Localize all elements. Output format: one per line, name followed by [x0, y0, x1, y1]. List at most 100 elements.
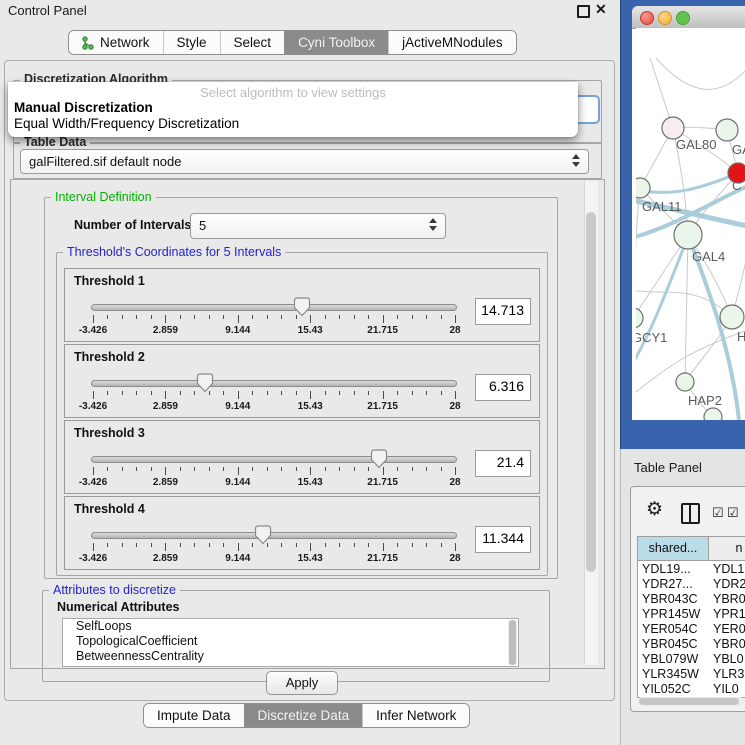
gear-icon[interactable]: ⚙ — [646, 498, 663, 521]
table-row[interactable]: YBR045C YBR0 — [638, 637, 745, 652]
network-node-h[interactable] — [720, 305, 744, 329]
table-row[interactable]: YER054C YER0 — [638, 622, 745, 637]
apply-button[interactable]: Apply — [266, 671, 338, 695]
table-cell[interactable]: YBR0 — [713, 592, 745, 606]
threshold-value-field[interactable]: 14.713 — [475, 298, 531, 325]
table-data-combo[interactable]: galFiltered.sif default node — [20, 149, 589, 174]
table-cell[interactable]: YPR1 — [713, 607, 745, 621]
table-cell[interactable]: YDL1 — [713, 562, 744, 576]
table-cell[interactable]: YDL19... — [642, 562, 691, 576]
table-cell[interactable]: YLR3 — [713, 667, 744, 681]
zoom-traffic-icon[interactable] — [676, 11, 690, 25]
table-cell[interactable]: YIL052C — [642, 682, 691, 696]
table-cell[interactable]: YDR2 — [713, 577, 745, 591]
network-node-gcy1[interactable] — [636, 308, 643, 328]
network-node-label: HAP2 — [688, 393, 722, 408]
column-header-name[interactable]: n — [709, 537, 745, 561]
table-row[interactable]: YLR345W YLR3 — [638, 667, 745, 682]
thresholds-group-title: Threshold's Coordinates for 5 Intervals — [63, 245, 285, 259]
slider-track[interactable] — [91, 380, 457, 387]
slider-thumb[interactable] — [370, 449, 388, 469]
table-row[interactable]: YDL19... YDL1 — [638, 562, 745, 577]
tab-jactivemnodules[interactable]: jActiveMNodules — [388, 31, 516, 54]
float-window-icon[interactable] — [577, 5, 590, 18]
table-cell[interactable]: YBL079W — [642, 652, 698, 666]
close-traffic-icon[interactable] — [640, 11, 654, 25]
checkbox-icon[interactable]: ☑ — [712, 505, 724, 521]
combo-spinner-icon[interactable] — [429, 218, 438, 231]
network-node-gal4[interactable] — [674, 221, 702, 249]
vertical-scrollbar-thumb[interactable] — [586, 212, 596, 572]
table-cell[interactable]: YBR043C — [642, 592, 698, 606]
slider-track[interactable] — [91, 532, 457, 539]
slider-tick — [252, 391, 253, 395]
attributes-group-title: Attributes to discretize — [49, 583, 180, 597]
slider-tick — [252, 315, 253, 319]
number-of-intervals-combo[interactable]: 5 — [190, 213, 446, 239]
network-node-ga[interactable] — [716, 119, 738, 141]
network-node-hap2[interactable] — [676, 373, 694, 391]
network-node-gal11[interactable] — [636, 178, 650, 198]
tab-discretize-data[interactable]: Discretize Data — [244, 704, 363, 727]
combo-spinner-icon[interactable] — [572, 154, 581, 167]
table-cell[interactable]: YBL0 — [713, 652, 744, 666]
close-icon[interactable]: ✕ — [595, 1, 607, 18]
popup-item-equal-width-frequency-discretization[interactable]: Equal Width/Frequency Discretization — [8, 116, 578, 132]
threshold-value-field[interactable]: 21.4 — [475, 450, 531, 477]
slider-tick — [180, 467, 181, 471]
tab-cyni-toolbox[interactable]: Cyni Toolbox — [284, 31, 388, 54]
slider-tick — [368, 467, 369, 471]
threshold-slider[interactable]: -3.4262.8599.14415.4321.71528 — [91, 301, 457, 337]
attribute-item-topologicalcoefficient[interactable]: TopologicalCoefficient — [63, 634, 518, 649]
slider-thumb[interactable] — [254, 525, 272, 545]
tab-network[interactable]: Network — [69, 31, 163, 54]
slider-tick — [296, 391, 297, 395]
slider-tick-label: -3.426 — [79, 401, 107, 412]
network-edge — [685, 235, 688, 382]
threshold-slider[interactable]: -3.4262.8599.14415.4321.71528 — [91, 453, 457, 489]
popup-item-manual-discretization[interactable]: Manual Discretization — [8, 100, 578, 116]
table-row[interactable]: YIL052C YIL0 — [638, 682, 745, 697]
tab-impute-data[interactable]: Impute Data — [144, 704, 244, 727]
table-cell[interactable]: YDR27... — [642, 577, 693, 591]
network-node[interactable] — [704, 408, 722, 420]
network-window-title-bar[interactable] — [632, 6, 745, 29]
table-row[interactable]: YPR145W YPR1 — [638, 607, 745, 622]
table-row[interactable]: YBL079W YBL0 — [638, 652, 745, 667]
table-cell[interactable]: YBR0 — [713, 637, 745, 651]
slider-track[interactable] — [91, 456, 457, 463]
tab-label: jActiveMNodules — [402, 35, 503, 50]
slider-tick — [223, 467, 224, 471]
attributes-scrollbar[interactable] — [508, 620, 517, 665]
slider-track[interactable] — [91, 304, 457, 311]
threshold-slider[interactable]: -3.4262.8599.14415.4321.71528 — [91, 377, 457, 413]
slider-thumb[interactable] — [196, 373, 214, 393]
threshold-value-field[interactable]: 6.316 — [475, 374, 531, 401]
table-cell[interactable]: YBR045C — [642, 637, 698, 651]
table-cell[interactable]: YER054C — [642, 622, 698, 636]
tab-infer-network[interactable]: Infer Network — [362, 704, 469, 727]
slider-tick — [354, 543, 355, 547]
table-cell[interactable]: YIL0 — [713, 682, 739, 696]
tab-style[interactable]: Style — [163, 31, 220, 54]
attribute-item-betweennesscentrality[interactable]: BetweennessCentrality — [63, 649, 518, 664]
table-row[interactable]: YBR043C YBR0 — [638, 592, 745, 607]
node-table: shared... n YDL19...YDL1YDR27...YDR2YBR0… — [637, 536, 745, 698]
table-horizontal-scrollbar-thumb[interactable] — [639, 698, 739, 705]
columns-icon[interactable] — [681, 503, 700, 524]
table-row[interactable]: YDR27... YDR2 — [638, 577, 745, 592]
table-cell[interactable]: YER0 — [713, 622, 745, 636]
threshold-value-field[interactable]: 11.344 — [475, 526, 531, 553]
checkbox-icon[interactable]: ☑ — [727, 505, 739, 521]
attribute-item-selfloops[interactable]: SelfLoops — [63, 619, 518, 634]
network-canvas[interactable]: GAL80GACGAL11GAL4GCY1HHAP2 — [636, 28, 745, 420]
threshold-slider[interactable]: -3.4262.8599.14415.4321.71528 — [91, 529, 457, 565]
attributes-scrollbar-thumb[interactable] — [509, 620, 516, 665]
network-node-gal80[interactable] — [662, 117, 684, 139]
minimize-traffic-icon[interactable] — [658, 11, 672, 25]
tab-select[interactable]: Select — [220, 31, 285, 54]
column-header-shared[interactable]: shared... — [638, 537, 709, 561]
slider-thumb[interactable] — [293, 297, 311, 317]
table-cell[interactable]: YLR345W — [642, 667, 699, 681]
table-cell[interactable]: YPR145W — [642, 607, 700, 621]
